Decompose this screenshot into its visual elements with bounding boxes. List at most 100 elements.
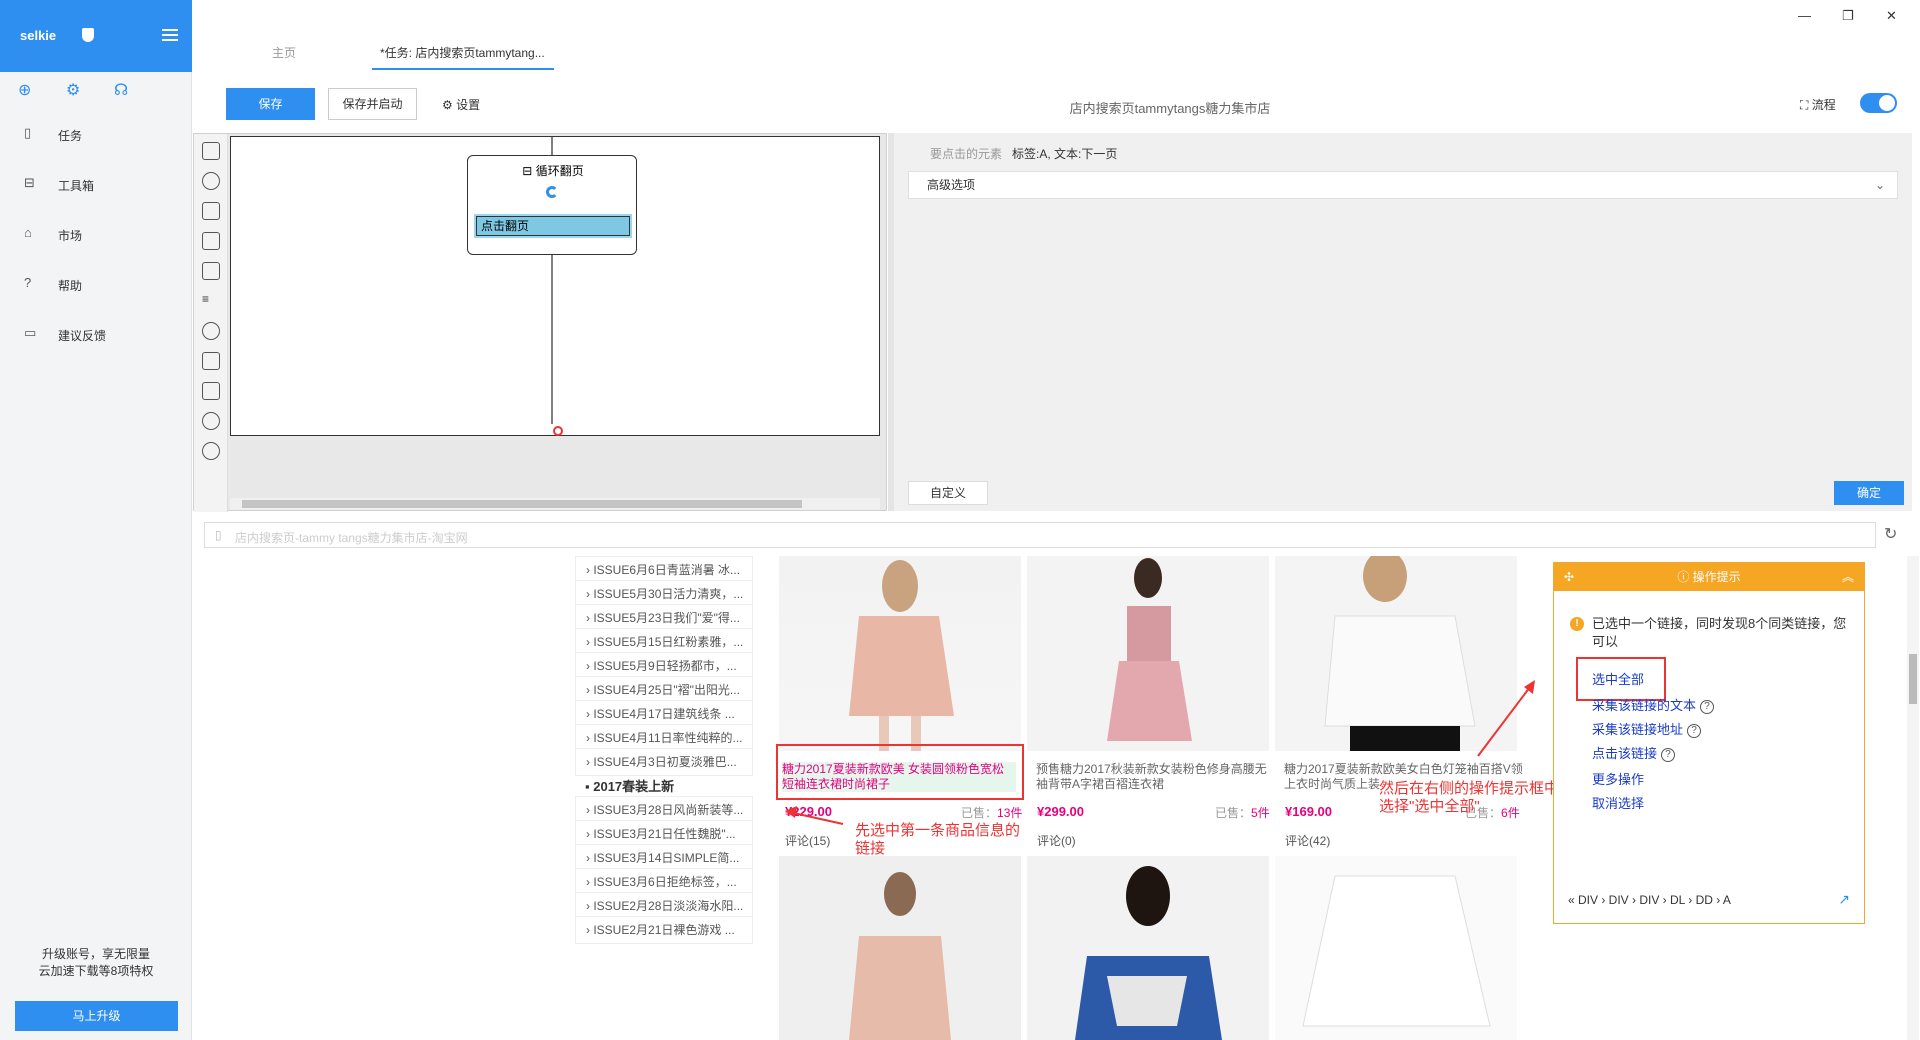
scrollbar-thumb[interactable] <box>1909 654 1917 704</box>
sidebar-item-market[interactable]: ⌂ 市场 <box>0 216 192 252</box>
product-title-link[interactable]: 糖力2017夏装新款欧美 女装圆领粉色宽松短袖连衣裙时尚裙子 <box>782 762 1016 792</box>
sidebar-item-tasks[interactable]: ▯ 任务 <box>0 116 192 152</box>
collect-link-url-link[interactable]: 采集该链接地址? <box>1592 719 1702 738</box>
sidebar-item-feedback[interactable]: ▭ 建议反馈 <box>0 316 192 352</box>
restore-icon[interactable]: ❐ <box>1842 8 1854 24</box>
category-text: ISSUE3月6日拒绝标签，... <box>593 875 737 889</box>
category-text: ISSUE5月9日轻扬都市，... <box>593 659 737 673</box>
loop-node[interactable]: ⊟ 循环翻页 点击翻页 <box>467 155 637 255</box>
category-text: ISSUE2月21日裸色游戏 ... <box>593 923 735 937</box>
help-icon[interactable]: ? <box>1661 747 1676 762</box>
app-name: selkie <box>20 28 57 43</box>
sidebar-quick-icons: ⊕ ⚙ ☊ <box>0 80 192 102</box>
annotation-second-step: 然后在右侧的操作提示框中，选择"选中全部" <box>1379 780 1575 815</box>
category-link[interactable]: › ISSUE4月3日初夏淡雅巴... <box>575 748 753 776</box>
close-icon[interactable]: ✕ <box>1886 8 1897 24</box>
designer-horizontal-scrollbar[interactable] <box>230 498 880 510</box>
flow-toggle[interactable] <box>1860 93 1897 113</box>
collect-link-text-link[interactable]: 采集该链接的文本? <box>1592 695 1715 714</box>
confirm-button[interactable]: 确定 <box>1834 481 1904 505</box>
flow-toggle-label: ⛶ 流程 <box>1800 96 1836 113</box>
add-icon[interactable]: ⊕ <box>18 80 31 100</box>
product-image[interactable] <box>1027 856 1269 1040</box>
sidebar-item-label: 帮助 <box>58 279 83 293</box>
product-sold: 已售：5件 <box>1215 804 1270 821</box>
product-image[interactable] <box>779 856 1021 1040</box>
select-all-link[interactable]: 选中全部 <box>1592 669 1644 688</box>
loop-icon[interactable] <box>202 322 220 340</box>
product-reviews[interactable]: 评论(42) <box>1285 832 1330 849</box>
pink-dress-image <box>849 560 954 751</box>
input-text-icon[interactable] <box>202 232 220 250</box>
pink-pleated-dress-image <box>1107 558 1192 741</box>
click-link-link[interactable]: 点击该链接? <box>1592 743 1676 762</box>
gear-icon[interactable]: ⚙ <box>66 80 80 100</box>
product-image[interactable] <box>1275 856 1517 1040</box>
help-icon[interactable]: ? <box>1687 723 1702 738</box>
product-image[interactable] <box>1027 556 1269 751</box>
category-text: ISSUE4月11日率性纯粹的... <box>593 731 743 745</box>
tip-panel-header[interactable]: ✣ ⓘ 操作提示 ︽ <box>1554 563 1864 591</box>
flowchart-icon: ⛶ <box>1800 98 1809 112</box>
help-icon[interactable]: ? <box>1700 699 1715 714</box>
sidebar-item-toolbox[interactable]: ⊟ 工具箱 <box>0 166 192 202</box>
product-image[interactable] <box>779 556 1021 751</box>
upgrade-button[interactable]: 马上升级 <box>15 1001 178 1031</box>
toolbox-icon: ⊟ <box>24 175 35 190</box>
printed-shirt-image <box>1075 866 1222 1040</box>
upgrade-line: 云加速下载等8项特权 <box>38 964 154 978</box>
headset-icon[interactable]: ☊ <box>114 80 128 100</box>
category-text: ISSUE5月15日红粉素雅，... <box>593 635 744 649</box>
shield-icon <box>82 28 94 42</box>
tab-task[interactable]: *任务: 店内搜索页tammytang... <box>380 44 545 61</box>
save-and-start-button[interactable]: 保存并启动 <box>328 88 417 120</box>
extract-data-icon[interactable] <box>202 202 220 220</box>
url-text: 店内搜索页-tammy tangs糖力集市店-淘宝网 <box>235 531 468 545</box>
white-blouse-image <box>1324 556 1476 751</box>
info-icon: ⓘ <box>1677 570 1690 584</box>
save-button[interactable]: 保存 <box>226 88 315 120</box>
condition-icon[interactable] <box>202 352 220 370</box>
mouse-hover-icon[interactable] <box>202 382 220 400</box>
element-path-breadcrumb[interactable]: « DIV › DIV › DIV › DL › DD › A <box>1568 893 1731 907</box>
tab-home[interactable]: 主页 <box>272 44 296 61</box>
settings-button[interactable]: ⚙ 设置 <box>442 96 480 113</box>
upgrade-line: 升级账号，享无限量 <box>41 947 150 961</box>
product-image[interactable] <box>1275 556 1517 751</box>
webview-vertical-scrollbar[interactable] <box>1907 556 1919 1040</box>
workflow-designer: ≡ ⊟ 循环翻页 点击翻页 <box>193 133 887 512</box>
step-config-panel: 要点击的元素 标签:A, 文本:下一页 高级选项 ⌄ 自定义 确定 <box>894 133 1912 511</box>
product-reviews[interactable]: 评论(15) <box>785 832 830 849</box>
move-icon[interactable]: ✣ <box>1564 563 1574 591</box>
more-actions-link[interactable]: 更多操作 <box>1592 769 1644 788</box>
menu-icon[interactable] <box>162 29 178 41</box>
minimize-icon[interactable]: — <box>1798 8 1811 23</box>
advanced-options-dropdown[interactable]: 高级选项 ⌄ <box>908 171 1898 199</box>
click-page-node[interactable]: 点击翻页 <box>474 214 632 238</box>
designer-toolbox: ≡ <box>194 134 228 512</box>
recognize-captcha-icon[interactable] <box>202 262 220 280</box>
end-process-icon[interactable] <box>202 442 220 460</box>
product-title-link[interactable]: 预售糖力2017秋装新款女装粉色修身高腰无袖背带A字裙百褶连衣裙 <box>1036 762 1276 792</box>
open-page-icon[interactable] <box>202 142 220 160</box>
click-element-icon[interactable] <box>202 172 220 190</box>
annotation-first-step: 先选中第一条商品信息的链接 <box>855 822 1021 857</box>
product-reviews[interactable]: 评论(0) <box>1037 832 1076 849</box>
sold-label: 已售： <box>1215 806 1252 820</box>
url-bar[interactable]: ▯ 店内搜索页-tammy tangs糖力集市店-淘宝网 <box>204 522 1876 548</box>
custom-button[interactable]: 自定义 <box>908 481 988 505</box>
category-text: ISSUE4月25日"褶"出阳光... <box>593 683 740 697</box>
external-link-icon[interactable]: ↗ <box>1838 891 1850 908</box>
collapse-icon[interactable]: ︽ <box>1842 563 1854 591</box>
category-link[interactable]: › ISSUE2月21日裸色游戏 ... <box>575 916 753 944</box>
end-loop-icon[interactable] <box>202 412 220 430</box>
category-group-header[interactable]: ▪ 2017春装上新 <box>585 776 674 795</box>
scrollbar-thumb[interactable] <box>242 500 802 508</box>
product-price: ¥229.00 <box>785 804 832 819</box>
sidebar-item-help[interactable]: ? 帮助 <box>0 266 192 302</box>
tip-message: 已选中一个链接，同时发现8个同类链接，您可以 <box>1592 616 1847 649</box>
category-text: ISSUE6月6日青蓝消暑 冰... <box>593 563 741 577</box>
cancel-selection-link[interactable]: 取消选择 <box>1592 793 1644 812</box>
switch-dropdown-icon[interactable]: ≡ <box>202 292 220 310</box>
refresh-icon[interactable]: ↻ <box>1884 524 1897 544</box>
